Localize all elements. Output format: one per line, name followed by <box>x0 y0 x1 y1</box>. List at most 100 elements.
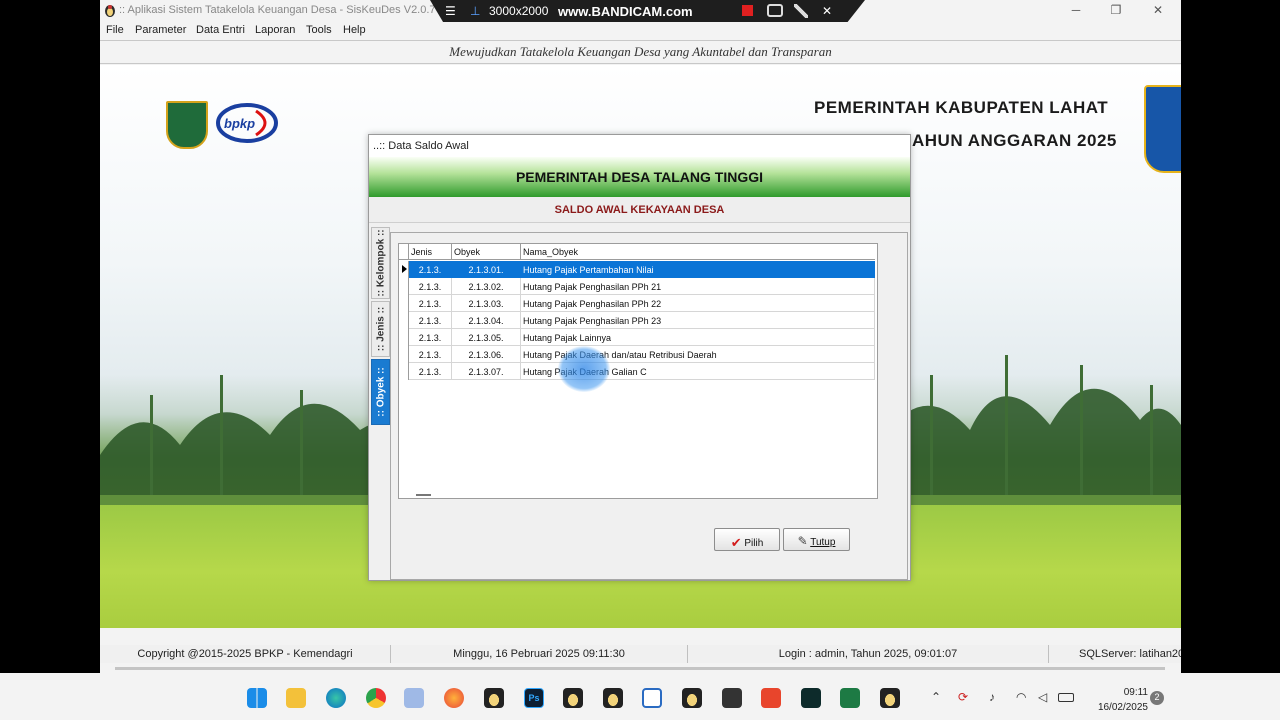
bandicam-brand: www.BANDICAM.com <box>558 4 693 19</box>
grid-header-obyek[interactable]: Obyek <box>452 244 521 260</box>
header-kabupaten: PEMERINTAH KABUPATEN LAHAT <box>814 98 1109 117</box>
minimize-button[interactable]: ─ <box>1066 3 1086 17</box>
windows-start-icon[interactable] <box>247 688 267 708</box>
clock-date: 16/02/2025 <box>1097 702 1148 713</box>
siskeudes-app-icon <box>105 5 115 17</box>
row-indicator[interactable] <box>399 295 409 312</box>
lahat-emblem <box>1144 85 1181 173</box>
header-tahun-anggaran: AHUN ANGGARAN 2025 <box>912 131 1117 150</box>
grid-horizontal-scrollbar[interactable] <box>416 494 431 496</box>
table-row[interactable]: 2.1.3.2.1.3.07.Hutang Pajak Daerah Galia… <box>399 363 875 380</box>
row-indicator[interactable] <box>399 312 409 329</box>
tutup-button[interactable]: ✎ Tutup <box>783 528 850 551</box>
status-bar: Copyright @2015-2025 BPKP - Kemendagri M… <box>100 645 1181 663</box>
tutup-label: Tutup <box>810 537 836 548</box>
siskeudes-icon[interactable] <box>563 688 583 708</box>
table-row[interactable]: 2.1.3. 2.1.3.06. Hutang Pajak Daerah dan/a… <box>399 346 875 363</box>
cell-obyek: 2.1.3.05. <box>452 329 521 346</box>
horizontal-scrollbar[interactable] <box>115 667 1165 670</box>
row-indicator[interactable] <box>399 346 409 363</box>
menu-bar: File Parameter Data Entri Laporan Tools … <box>100 22 1181 40</box>
menu-parameter[interactable]: Parameter <box>135 24 186 36</box>
table-row[interactable]: 2.1.3. 2.1.3.03. Hutang Pajak Penghasilan … <box>399 295 875 312</box>
pilih-label: Pilih <box>744 538 764 549</box>
app-window-icon[interactable] <box>642 688 662 708</box>
sticky-icon[interactable] <box>722 688 742 708</box>
menu-data-entri[interactable]: Data Entri <box>196 24 245 36</box>
screen: :: Aplikasi Sistem Tatakelola Keuangan D… <box>0 0 1280 720</box>
siskeudes-icon[interactable] <box>880 688 900 708</box>
row-indicator[interactable] <box>399 329 409 346</box>
maximize-button[interactable]: ❐ <box>1106 3 1126 17</box>
cell-obyek: 2.1.3.04. <box>452 312 521 329</box>
grid-header-jenis[interactable]: Jenis <box>409 244 452 260</box>
bandicam-close-icon[interactable]: ✕ <box>822 4 832 18</box>
tray-sync-icon[interactable]: ⟳ <box>958 690 968 704</box>
obyek-grid[interactable]: Jenis Obyek Nama_Obyek 2.1.3. 2.1.3.01. Hu… <box>398 243 878 499</box>
capcut-icon[interactable] <box>801 688 821 708</box>
table-row[interactable]: 2.1.3. 2.1.3.02. Hutang Pajak Penghasilan … <box>399 278 875 295</box>
menu-help[interactable]: Help <box>343 24 366 36</box>
table-row[interactable]: 2.1.3. 2.1.3.01. Hutang Pajak Pertambahan … <box>399 261 875 278</box>
row-indicator[interactable] <box>399 261 409 278</box>
menu-tools[interactable]: Tools <box>306 24 332 36</box>
dialog-banner: PEMERINTAH DESA TALANG TINGGI <box>369 157 910 197</box>
tray-volume-icon[interactable]: ◁ <box>1038 690 1047 704</box>
taskbar-clock[interactable]: 09:11 16/02/2025 <box>1080 685 1148 715</box>
file-explorer-icon[interactable] <box>286 688 306 708</box>
firefox-icon[interactable] <box>444 688 464 708</box>
notification-badge[interactable]: 2 <box>1150 691 1164 705</box>
tray-battery-icon[interactable] <box>1058 693 1074 702</box>
tab-kelompok[interactable]: :: Kelompok :: <box>371 227 390 299</box>
status-datetime: Minggu, 16 Pebruari 2025 09:11:30 <box>390 645 687 663</box>
cell-jenis: 2.1.3. <box>409 329 452 346</box>
tray-wifi-icon[interactable]: ◠ <box>1016 690 1026 704</box>
photoshop-icon[interactable]: Ps <box>524 688 544 708</box>
tray-microphone-icon[interactable]: ♪ <box>989 690 995 704</box>
pencil-icon[interactable] <box>794 4 808 18</box>
tab-obyek[interactable]: :: Obyek :: <box>371 359 390 425</box>
clock-time: 09:11 <box>1123 687 1148 698</box>
row-indicator[interactable] <box>399 363 409 380</box>
cell-nama-obyek: Hutang Pajak Lainnya <box>521 329 875 346</box>
camera-icon[interactable] <box>767 4 783 17</box>
cell-jenis: 2.1.3. <box>409 312 452 329</box>
cell-obyek: 2.1.3.03. <box>452 295 521 312</box>
grid-header: Jenis Obyek Nama_Obyek <box>399 244 875 260</box>
cell-nama-obyek: Hutang Pajak Penghasilan PPh 23 <box>521 312 875 329</box>
paint-icon[interactable] <box>404 688 424 708</box>
cell-obyek: 2.1.3.06. <box>452 346 521 363</box>
siskeudes-icon[interactable] <box>682 688 702 708</box>
status-login: Login : admin, Tahun 2025, 09:01:07 <box>687 645 1048 663</box>
grid-header-nama-obyek[interactable]: Nama_Obyek <box>521 244 875 260</box>
table-row[interactable]: 2.1.3. 2.1.3.05. Hutang Pajak Lainnya <box>399 329 875 346</box>
cell-jenis: 2.1.3. <box>409 278 452 295</box>
table-row[interactable]: 2.1.3. 2.1.3.04. Hutang Pajak Penghasilan … <box>399 312 875 329</box>
status-server: SQLServer: latihan202 <box>1048 645 1181 663</box>
cell-obyek: 2.1.3.01. <box>452 261 521 278</box>
excel-icon[interactable] <box>840 688 860 708</box>
bandicam-pin-icon[interactable]: ⊥ <box>470 4 480 18</box>
edge-icon[interactable] <box>326 688 346 708</box>
pilih-button[interactable]: ✔ Pilih <box>714 528 780 551</box>
cell-jenis: 2.1.3. <box>409 261 452 278</box>
tray-overflow-chevron-icon[interactable]: ⌃ <box>931 690 941 704</box>
menu-file[interactable]: File <box>106 24 124 36</box>
checkmark-icon: ✔ <box>730 535 742 550</box>
cell-jenis: 2.1.3. <box>409 295 452 312</box>
menu-laporan[interactable]: Laporan <box>255 24 295 36</box>
tab-jenis[interactable]: :: Jenis :: <box>371 301 390 357</box>
data-saldo-awal-dialog: ..:: Data Saldo Awal PEMERINTAH DESA TAL… <box>368 134 911 581</box>
acrobat-icon[interactable] <box>761 688 781 708</box>
kemendagri-logo <box>166 101 208 149</box>
cell-nama-obyek: Hutang Pajak Penghasilan PPh 21 <box>521 278 875 295</box>
cell-nama-obyek: Hutang Pajak Penghasilan PPh 22 <box>521 295 875 312</box>
bandicam-resolution: 3000x2000 <box>489 4 549 18</box>
siskeudes-icon[interactable] <box>603 688 623 708</box>
row-indicator[interactable] <box>399 278 409 295</box>
record-stop-icon[interactable] <box>742 5 753 16</box>
chrome-icon[interactable] <box>366 688 386 708</box>
bandicam-menu-icon[interactable]: ☰ <box>445 4 456 18</box>
close-button[interactable]: ✕ <box>1148 3 1168 17</box>
siskeudes-icon[interactable] <box>484 688 504 708</box>
